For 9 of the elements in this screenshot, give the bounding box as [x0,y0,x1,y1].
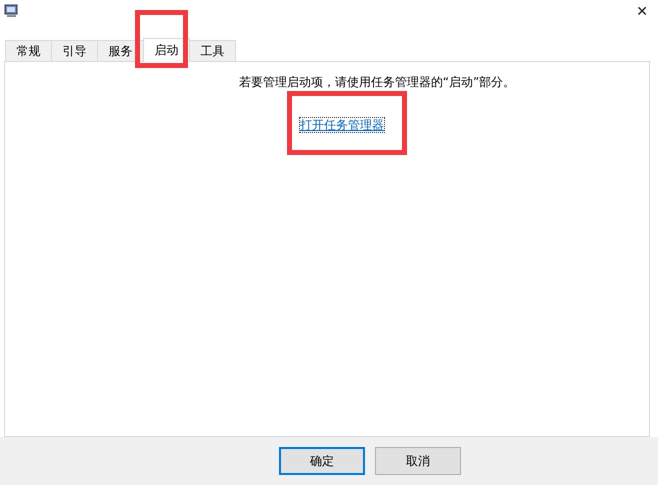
close-button[interactable]: ✕ [634,4,650,20]
cancel-button[interactable]: 取消 [375,447,461,475]
instruction-text: 若要管理启动项，请使用任务管理器的“启动”部分。 [238,74,516,91]
tab[interactable]: 引导 [51,40,98,61]
tab[interactable]: 工具 [189,40,236,61]
tab[interactable]: 常规 [5,40,52,61]
app-icon [4,4,18,18]
task-manager-link[interactable]: 打开任务管理器 [300,118,384,132]
ok-button[interactable]: 确定 [279,447,365,475]
